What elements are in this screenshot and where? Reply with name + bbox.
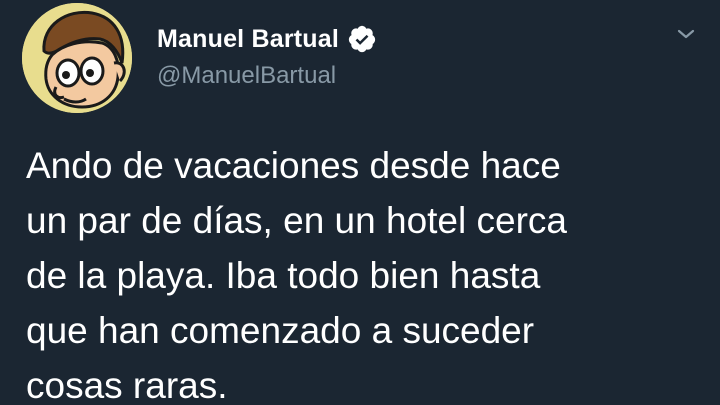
tweet-menu-button[interactable] (672, 20, 700, 48)
tweet-text-line: cosas raras. (26, 365, 228, 405)
author-handle[interactable]: @ManuelBartual (157, 62, 336, 90)
author-name-row[interactable]: Manuel Bartual (157, 22, 377, 56)
tweet-text-line: Ando de vacaciones desde hace (26, 145, 561, 186)
verified-badge-icon (347, 24, 377, 54)
author-display-name[interactable]: Manuel Bartual (157, 25, 339, 54)
cartoon-face-avatar-icon (22, 3, 132, 113)
tweet-text-line: de la playa. Iba todo bien hasta (26, 255, 541, 296)
chevron-down-icon (677, 29, 695, 39)
avatar[interactable] (22, 3, 132, 113)
tweet-card: Manuel Bartual @ManuelBartual Ando de va… (0, 0, 720, 405)
tweet-text-line: que han comenzado a suceder (26, 310, 535, 351)
tweet-text-line: un par de días, en un hotel cerca (26, 200, 567, 241)
tweet-text: Ando de vacaciones desde hace un par de … (26, 138, 706, 405)
